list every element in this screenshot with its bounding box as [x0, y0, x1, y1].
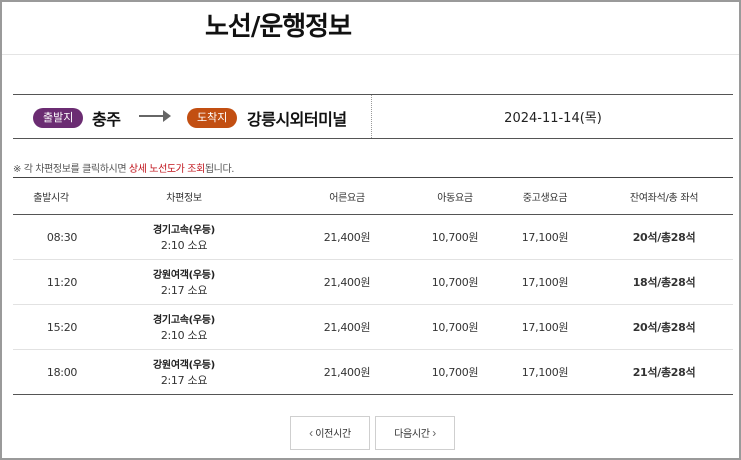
- seat-availability: 21석/총28석: [595, 349, 733, 395]
- bus-info-cell[interactable]: 강원여객(우등) 2:17 소요: [89, 349, 279, 395]
- bus-company: 강원여객(우등): [153, 360, 215, 371]
- departure-badge: 출발지: [33, 108, 84, 128]
- previous-time-button[interactable]: ‹ 이전시간: [290, 416, 370, 450]
- route-summary: 출발지 충주 도착지 강릉시외터미널 2024-11-14(목): [13, 94, 733, 139]
- departure-time: 08:30: [13, 214, 89, 260]
- bus-company: 강원여객(우등): [153, 270, 215, 281]
- notice-suffix: 됩니다.: [204, 164, 235, 175]
- title-divider: [2, 54, 739, 55]
- trip-duration: 2:10 소요: [160, 239, 208, 252]
- header-seats: 잔여좌석/총 좌석: [595, 177, 733, 215]
- notice-highlight: 상세 노선도가 조회: [128, 164, 205, 175]
- table-row[interactable]: 08:30 경기고속(우등) 2:10 소요 21,400원 10,700원 1…: [13, 214, 733, 260]
- seat-availability: 18석/총28석: [595, 259, 733, 305]
- notice-prefix: ※ 각 차편정보를 클릭하시면: [13, 164, 129, 175]
- seat-availability: 20석/총28석: [595, 214, 733, 260]
- notice-text: ※ 각 차편정보를 클릭하시면 상세 노선도가 조회됩니다.: [13, 160, 234, 175]
- bus-info-cell[interactable]: 강원여객(우등) 2:17 소요: [89, 259, 279, 305]
- child-fare: 10,700원: [415, 214, 495, 260]
- student-fare: 17,100원: [495, 259, 595, 305]
- adult-fare: 21,400원: [279, 304, 415, 350]
- chevron-right-icon: ›: [432, 426, 436, 440]
- schedule-table: 출발시각 차편정보 어른요금 아동요금 중고생요금 잔여좌석/총 좌석 08:3…: [13, 177, 733, 395]
- travel-date: 2024-11-14(목): [504, 111, 602, 126]
- right-arrow-icon: [139, 110, 171, 122]
- departure-city: 충주: [92, 110, 121, 129]
- adult-fare: 21,400원: [279, 259, 415, 305]
- header-child-fare: 아동요금: [415, 177, 495, 215]
- bus-company: 경기고속(우등): [153, 315, 215, 326]
- trip-duration: 2:17 소요: [160, 284, 208, 297]
- adult-fare: 21,400원: [279, 349, 415, 395]
- child-fare: 10,700원: [415, 259, 495, 305]
- previous-time-label: 이전시간: [315, 429, 351, 440]
- trip-duration: 2:17 소요: [160, 374, 208, 387]
- table-header-row: 출발시각 차편정보 어른요금 아동요금 중고생요금 잔여좌석/총 좌석: [13, 177, 733, 215]
- bus-info-cell[interactable]: 경기고속(우등) 2:10 소요: [89, 304, 279, 350]
- next-time-button[interactable]: 다음시간 ›: [375, 416, 455, 450]
- next-time-label: 다음시간: [394, 429, 430, 440]
- child-fare: 10,700원: [415, 304, 495, 350]
- page-title: 노선/운행정보: [205, 12, 352, 42]
- table-row[interactable]: 18:00 강원여객(우등) 2:17 소요 21,400원 10,700원 1…: [13, 349, 733, 395]
- student-fare: 17,100원: [495, 304, 595, 350]
- header-departure-time: 출발시각: [13, 177, 89, 215]
- header-bus-info: 차편정보: [89, 177, 279, 215]
- student-fare: 17,100원: [495, 349, 595, 395]
- departure-time: 15:20: [13, 304, 89, 350]
- trip-duration: 2:10 소요: [160, 329, 208, 342]
- header-student-fare: 중고생요금: [495, 177, 595, 215]
- table-row[interactable]: 11:20 강원여객(우등) 2:17 소요 21,400원 10,700원 1…: [13, 259, 733, 305]
- seat-availability: 20석/총28석: [595, 304, 733, 350]
- bus-info-cell[interactable]: 경기고속(우등) 2:10 소요: [89, 214, 279, 260]
- departure-time: 18:00: [13, 349, 89, 395]
- table-row[interactable]: 15:20 경기고속(우등) 2:10 소요 21,400원 10,700원 1…: [13, 304, 733, 350]
- child-fare: 10,700원: [415, 349, 495, 395]
- chevron-left-icon: ‹: [309, 426, 313, 440]
- header-adult-fare: 어른요금: [279, 177, 415, 215]
- arrival-badge: 도착지: [187, 108, 238, 128]
- route-stations: 출발지 충주 도착지 강릉시외터미널: [13, 95, 372, 138]
- bus-company: 경기고속(우등): [153, 225, 215, 236]
- departure-time: 11:20: [13, 259, 89, 305]
- student-fare: 17,100원: [495, 214, 595, 260]
- adult-fare: 21,400원: [279, 214, 415, 260]
- arrival-city: 강릉시외터미널: [247, 110, 347, 129]
